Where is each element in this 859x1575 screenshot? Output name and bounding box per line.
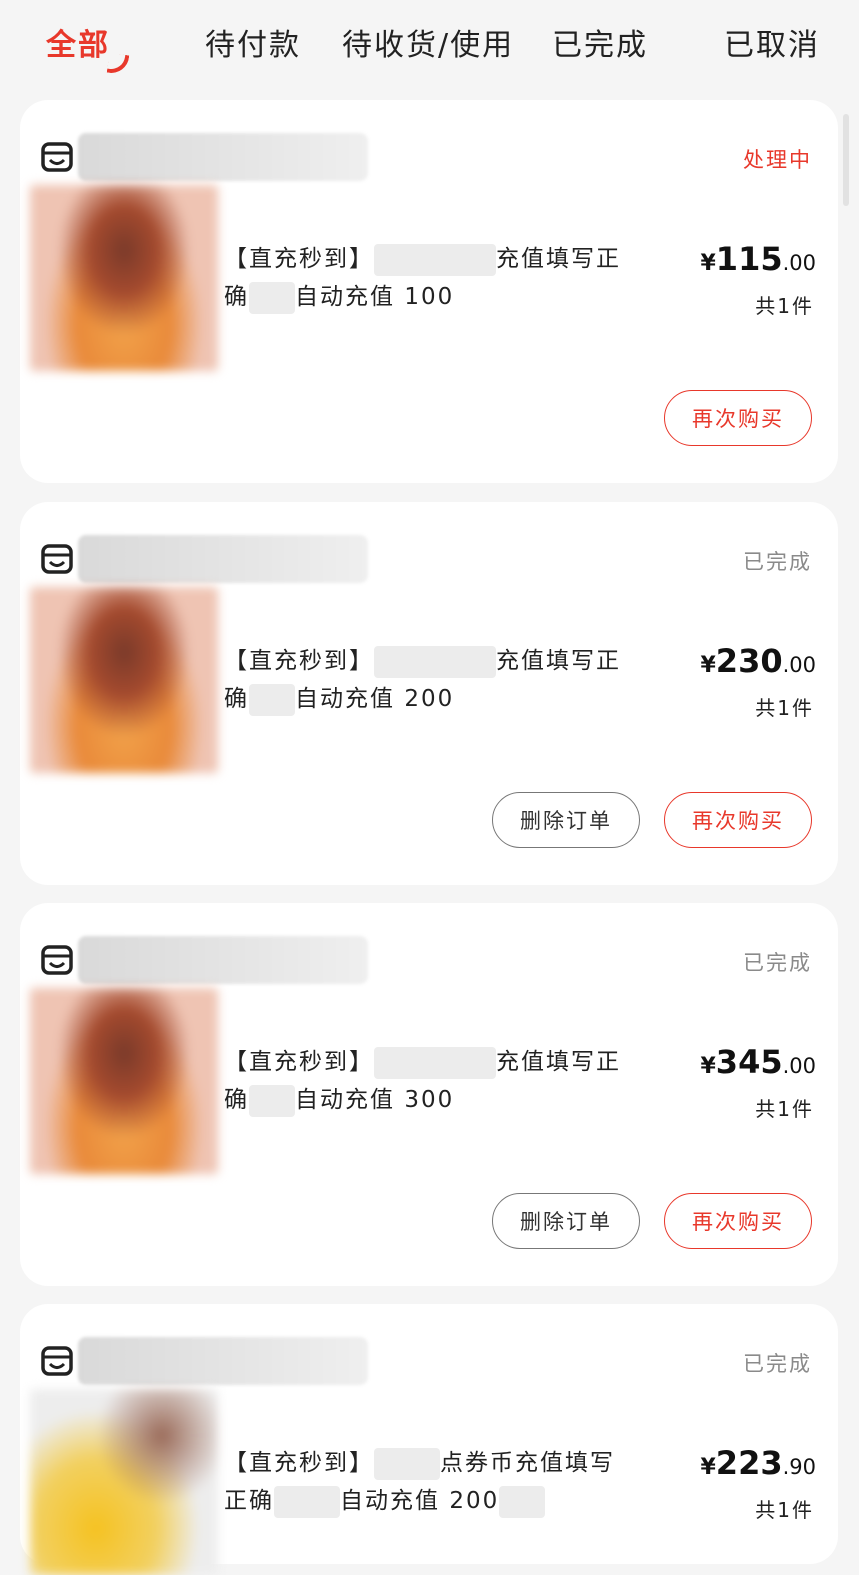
title-mid: 充值填写正 <box>496 246 621 272</box>
tab-pending-payment[interactable]: 待付款 <box>205 20 301 64</box>
shop-icon <box>41 544 73 574</box>
shop-name-redacted[interactable] <box>78 936 368 984</box>
title-line2-b: 自动充值 <box>295 284 395 310</box>
redacted-text <box>499 1485 546 1518</box>
title-prefix: 【直充秒到】 <box>224 1049 374 1075</box>
title-mid: 点券币充值填写 <box>440 1450 615 1476</box>
shop-icon <box>41 945 73 975</box>
order-card[interactable]: 已完成 【直充秒到】 点券币充值填写 正确 自动充值 200 ¥223.90 共1件 <box>20 1304 838 1575</box>
buy-again-button[interactable]: 再次购买 <box>664 792 812 848</box>
price-currency: ¥ <box>700 251 716 276</box>
product-image[interactable] <box>30 587 218 773</box>
product-image[interactable] <box>30 185 218 371</box>
product-title[interactable]: 【直充秒到】 充值填写正 确 自动充值 100 <box>224 240 664 316</box>
title-mid: 充值填写正 <box>496 648 621 674</box>
price-integer: 223 <box>715 1444 783 1482</box>
title-amount: 100 <box>404 284 455 310</box>
title-amount: 200 <box>449 1488 500 1514</box>
price-decimal: .90 <box>782 1455 816 1479</box>
title-amount: 300 <box>404 1087 455 1113</box>
title-prefix: 【直充秒到】 <box>224 1450 374 1476</box>
product-title[interactable]: 【直充秒到】 充值填写正 确 自动充值 300 <box>224 1043 664 1119</box>
redacted-text <box>374 243 496 276</box>
title-line2-b: 自动充值 <box>340 1488 440 1514</box>
price: ¥345.00 <box>700 1043 816 1081</box>
tab-completed[interactable]: 已完成 <box>552 20 648 64</box>
title-line2-a: 正确 <box>224 1488 274 1514</box>
title-line2-b: 自动充值 <box>295 1087 395 1113</box>
shop-name-redacted[interactable] <box>78 1337 368 1385</box>
order-status: 已完成 <box>743 550 812 574</box>
order-card[interactable]: 已完成 【直充秒到】 充值填写正 确 自动充值 300 ¥345.00 共1件 删除… <box>20 903 838 1286</box>
tab-active-indicator <box>106 52 130 76</box>
price-integer: 230 <box>715 642 783 680</box>
title-line2-a: 确 <box>224 284 249 310</box>
redacted-text <box>374 1046 496 1079</box>
price-integer: 115 <box>715 240 783 278</box>
tab-all[interactable]: 全部 <box>46 20 110 64</box>
order-card[interactable]: 处理中 【直充秒到】 充值填写正 确 自动充值 100 ¥115.00 共1件 再次… <box>20 100 838 483</box>
title-prefix: 【直充秒到】 <box>224 246 374 272</box>
item-count: 共1件 <box>755 1498 814 1522</box>
product-image[interactable] <box>30 988 218 1174</box>
redacted-text <box>374 1447 440 1480</box>
redacted-text <box>249 1084 295 1117</box>
price-decimal: .00 <box>782 1054 816 1078</box>
price-decimal: .00 <box>782 653 816 677</box>
shop-name-redacted[interactable] <box>78 535 368 583</box>
price: ¥115.00 <box>700 240 816 278</box>
delete-order-button[interactable]: 删除订单 <box>492 792 640 848</box>
order-status: 已完成 <box>743 951 812 975</box>
item-count: 共1件 <box>755 696 814 720</box>
redacted-text <box>274 1485 340 1518</box>
title-amount: 200 <box>404 686 455 712</box>
redacted-text <box>374 645 496 678</box>
title-line2-a: 确 <box>224 1087 249 1113</box>
order-status: 处理中 <box>743 148 812 172</box>
shop-icon <box>41 142 73 172</box>
price-integer: 345 <box>715 1043 783 1081</box>
price-decimal: .00 <box>782 251 816 275</box>
redacted-text <box>249 683 295 716</box>
shop-name-redacted[interactable] <box>78 133 368 181</box>
shop-icon <box>41 1346 73 1376</box>
buy-again-button[interactable]: 再次购买 <box>664 1193 812 1249</box>
product-title[interactable]: 【直充秒到】 点券币充值填写 正确 自动充值 200 <box>224 1444 664 1520</box>
tab-pending-receipt[interactable]: 待收货/使用 <box>342 20 514 64</box>
title-line2-a: 确 <box>224 686 249 712</box>
product-image[interactable] <box>30 1389 218 1575</box>
scrollbar[interactable] <box>843 114 849 206</box>
price: ¥223.90 <box>700 1444 816 1482</box>
redacted-text <box>249 281 295 314</box>
title-line2-b: 自动充值 <box>295 686 395 712</box>
price-currency: ¥ <box>700 1054 716 1079</box>
title-mid: 充值填写正 <box>496 1049 621 1075</box>
price: ¥230.00 <box>700 642 816 680</box>
product-title[interactable]: 【直充秒到】 充值填写正 确 自动充值 200 <box>224 642 664 718</box>
order-status: 已完成 <box>743 1352 812 1376</box>
item-count: 共1件 <box>755 1097 814 1121</box>
title-prefix: 【直充秒到】 <box>224 648 374 674</box>
order-card[interactable]: 已完成 【直充秒到】 充值填写正 确 自动充值 200 ¥230.00 共1件 删除… <box>20 502 838 885</box>
buy-again-button[interactable]: 再次购买 <box>664 390 812 446</box>
order-status-tabs: 全部 待付款 待收货/使用 已完成 已取消 <box>0 0 859 90</box>
tab-cancelled[interactable]: 已取消 <box>724 20 820 64</box>
price-currency: ¥ <box>700 653 716 678</box>
price-currency: ¥ <box>700 1455 716 1480</box>
delete-order-button[interactable]: 删除订单 <box>492 1193 640 1249</box>
item-count: 共1件 <box>755 294 814 318</box>
